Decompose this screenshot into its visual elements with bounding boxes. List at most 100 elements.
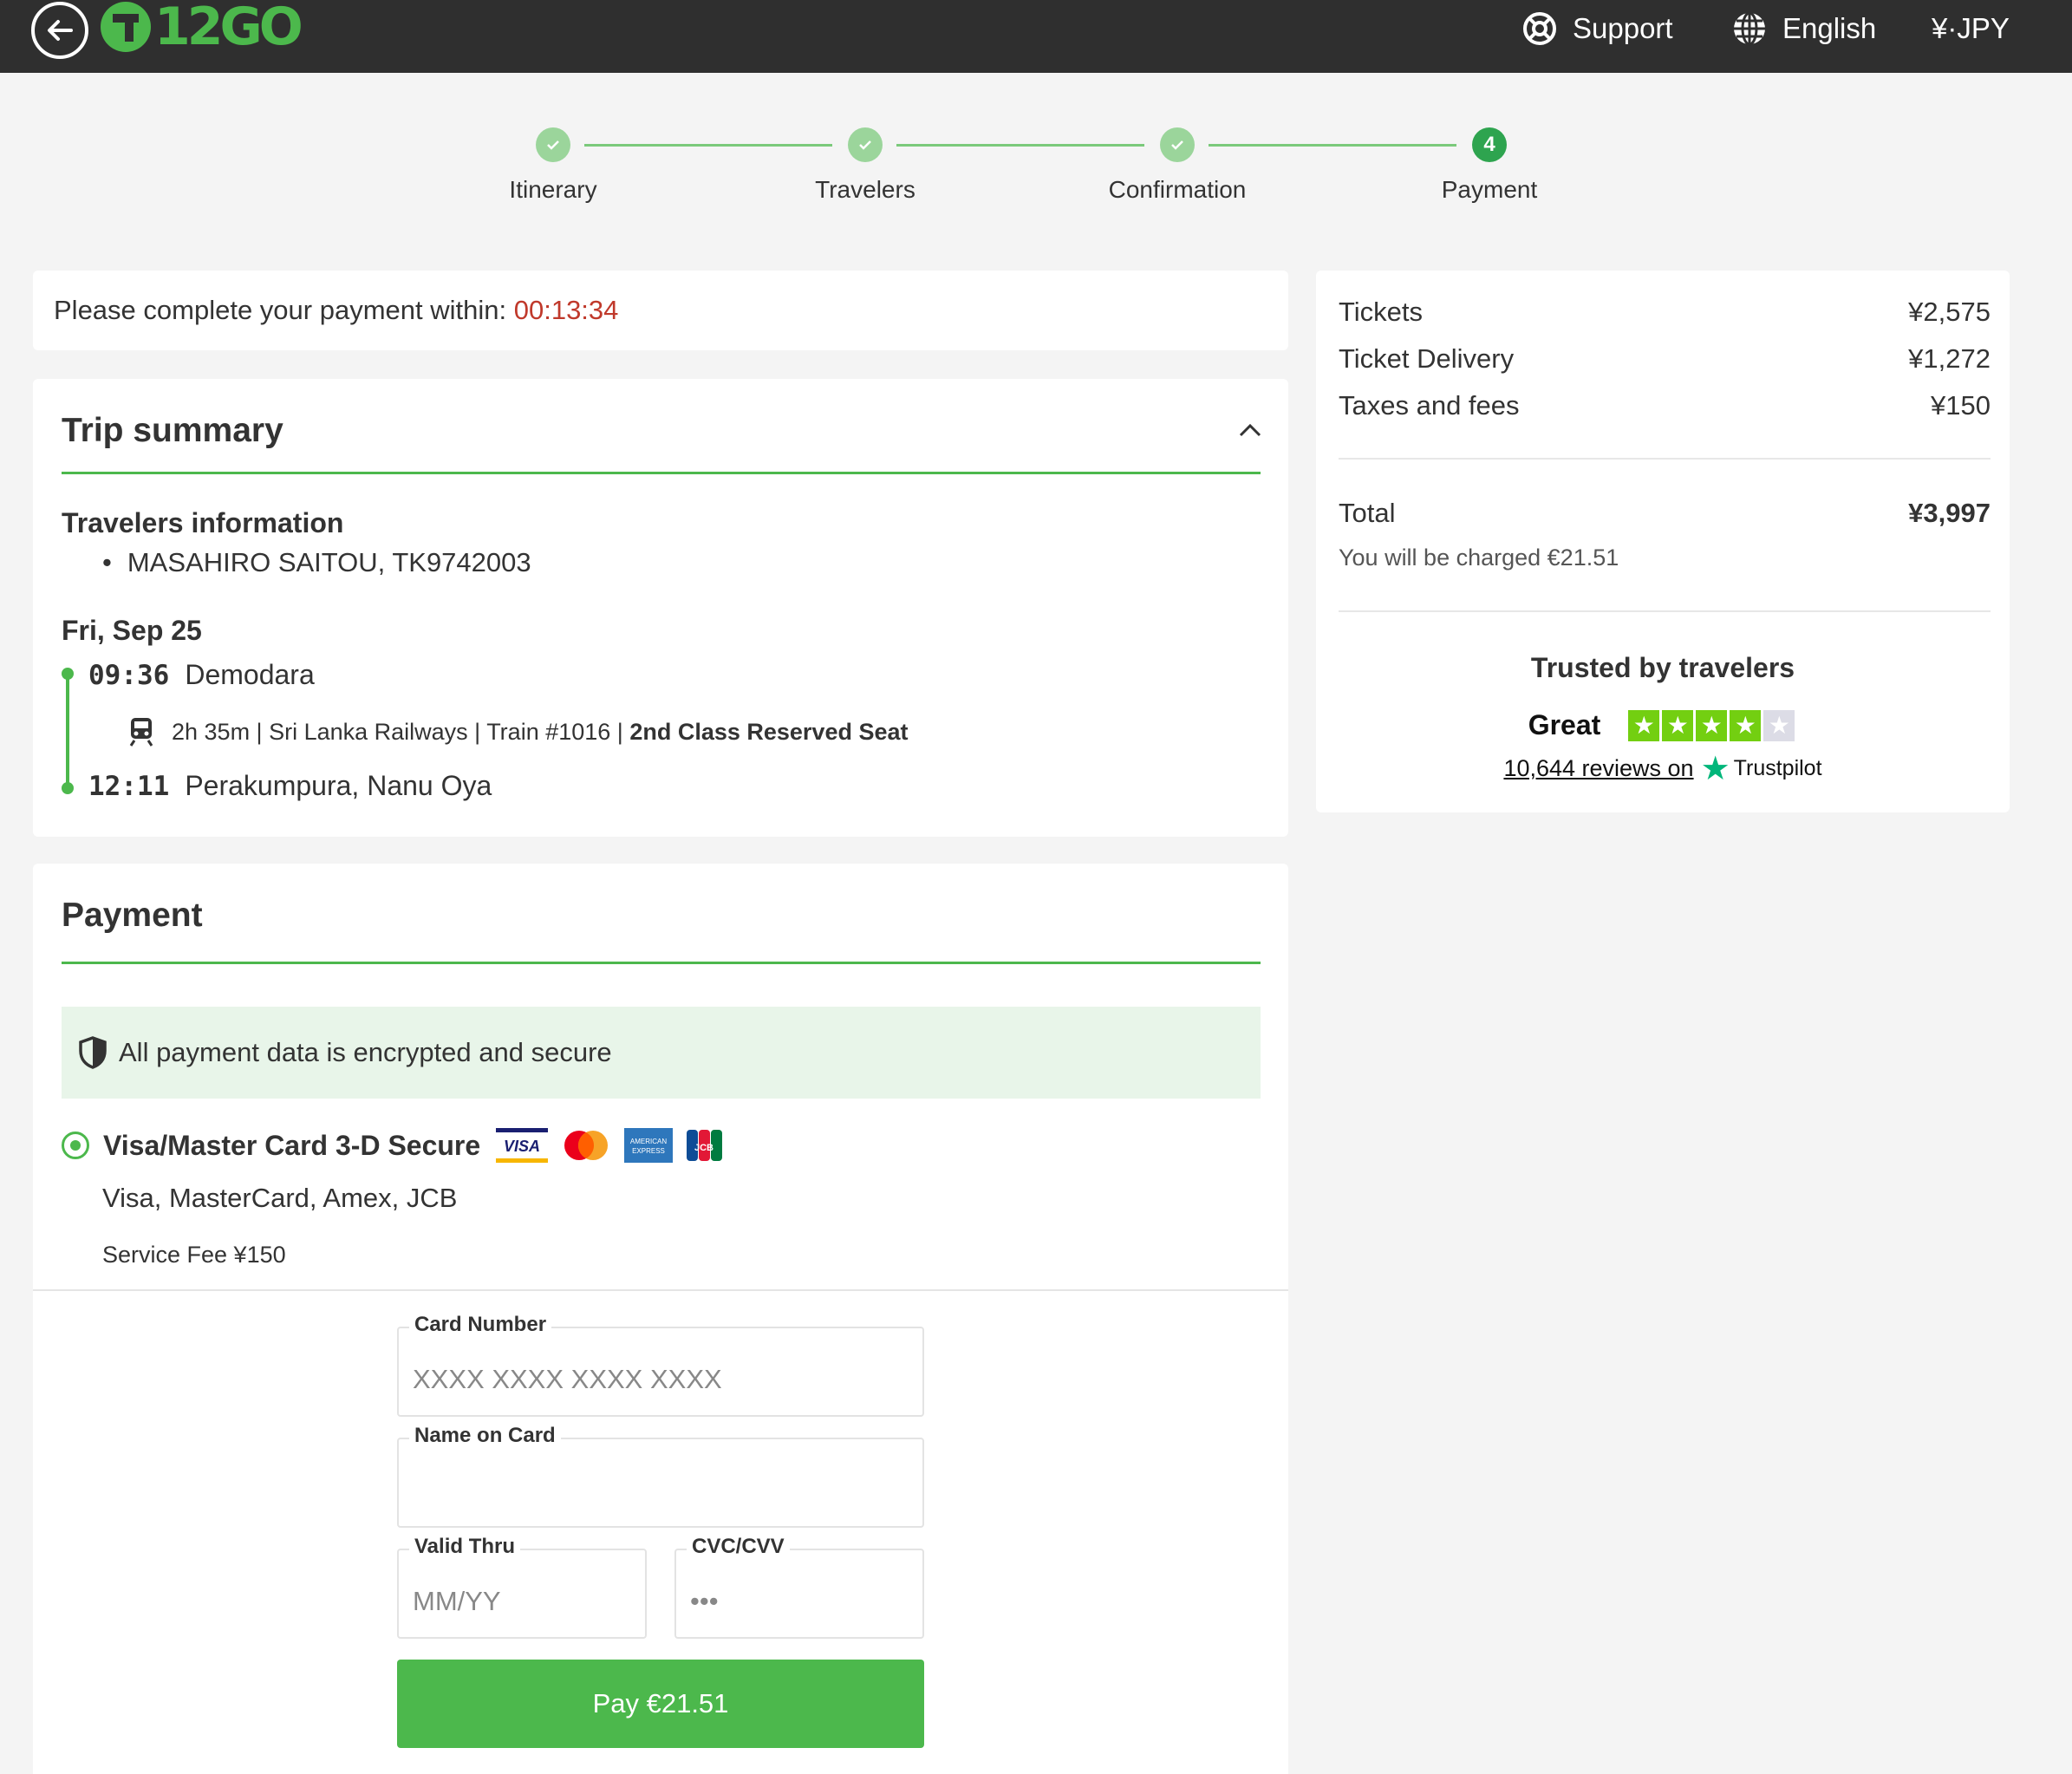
cvc-field: CVC/CVV bbox=[674, 1535, 924, 1639]
payment-method-option[interactable]: Visa/Master Card 3-D Secure VISA AMERICA… bbox=[62, 1128, 735, 1163]
departure-station: Demodara bbox=[185, 659, 315, 690]
timeline-dot bbox=[62, 668, 74, 680]
divider bbox=[1339, 458, 1991, 460]
amex-logo-icon: AMERICAN EXPRESS bbox=[624, 1128, 674, 1163]
price-row-tickets: Tickets ¥2,575 bbox=[1339, 297, 1991, 328]
rating-word: Great bbox=[1528, 709, 1601, 740]
back-button[interactable] bbox=[31, 2, 88, 59]
support-link[interactable]: Support bbox=[1522, 0, 1673, 57]
step-travelers[interactable]: Travelers bbox=[735, 127, 995, 204]
name-on-card-field: Name on Card bbox=[397, 1424, 924, 1528]
departure: 09:36 Demodara bbox=[88, 659, 315, 691]
arrow-left-icon bbox=[48, 20, 73, 41]
payment-card: Payment All payment data is encrypted an… bbox=[33, 864, 1288, 1774]
svg-text:JCB: JCB bbox=[694, 1143, 713, 1153]
trustpilot-name: Trustpilot bbox=[1733, 756, 1822, 780]
price-value: ¥150 bbox=[1931, 390, 1991, 421]
language-label: English bbox=[1782, 12, 1877, 44]
price-label: Ticket Delivery bbox=[1339, 343, 1515, 374]
trip-summary-title: Trip summary bbox=[62, 412, 283, 449]
trip-summary-card: Trip summary Travelers information MASAH… bbox=[33, 379, 1288, 837]
currency-selector[interactable]: ¥·JPY bbox=[1932, 0, 2010, 57]
arrival-time: 12:11 bbox=[88, 771, 170, 802]
valid-thru-input[interactable] bbox=[399, 1550, 645, 1637]
departure-time: 09:36 bbox=[88, 660, 170, 691]
shield-icon bbox=[79, 1036, 107, 1069]
check-icon bbox=[848, 127, 883, 162]
logo[interactable]: 12GO bbox=[101, 0, 303, 57]
price-row-delivery: Ticket Delivery ¥1,272 bbox=[1339, 343, 1991, 375]
step-itinerary[interactable]: Itinerary bbox=[423, 127, 683, 204]
trustpilot-logo: ★ Trustpilot bbox=[1701, 749, 1822, 788]
trustpilot-rating: Great ★ ★ ★ ★ ★ bbox=[1316, 709, 2010, 741]
checkout-progress: Itinerary Travelers Confirmation 4 Payme… bbox=[0, 121, 2072, 208]
total-label: Total bbox=[1339, 498, 1396, 528]
cvc-input[interactable] bbox=[676, 1550, 922, 1637]
price-label: Tickets bbox=[1339, 297, 1424, 327]
jcb-logo-icon: JCB bbox=[687, 1130, 723, 1161]
timer-text: Please complete your payment within: bbox=[54, 295, 507, 325]
currency-label: ¥·JPY bbox=[1932, 12, 2010, 44]
valid-thru-field: Valid Thru bbox=[397, 1535, 647, 1639]
title-underline bbox=[62, 472, 1261, 474]
check-icon bbox=[1160, 127, 1195, 162]
svg-text:EXPRESS: EXPRESS bbox=[632, 1147, 665, 1155]
trustpilot-star-icon: ★ bbox=[1700, 751, 1730, 787]
payment-timer: Please complete your payment within: 00:… bbox=[33, 271, 1288, 350]
price-value: ¥2,575 bbox=[1908, 297, 1991, 327]
reviews-link[interactable]: 10,644 reviews on bbox=[1503, 755, 1693, 782]
step-confirmation[interactable]: Confirmation bbox=[1047, 127, 1307, 204]
price-value: ¥1,272 bbox=[1908, 343, 1991, 374]
divider bbox=[1339, 610, 1991, 612]
check-icon bbox=[536, 127, 570, 162]
card-number-field: Card Number bbox=[397, 1313, 924, 1417]
step-number: 4 bbox=[1472, 127, 1507, 162]
total-value: ¥3,997 bbox=[1908, 498, 1991, 528]
arrival-station: Perakumpura, Nanu Oya bbox=[185, 770, 492, 801]
charged-note: You will be charged €21.51 bbox=[1339, 545, 1619, 571]
step-label: Itinerary bbox=[509, 176, 597, 203]
top-header: 12GO Support English ¥·JPY bbox=[0, 0, 2072, 73]
timeline-dot bbox=[62, 782, 74, 794]
arrival: 12:11 Perakumpura, Nanu Oya bbox=[88, 770, 492, 802]
secure-text: All payment data is encrypted and secure bbox=[119, 1037, 612, 1067]
travelers-heading: Travelers information bbox=[62, 507, 344, 538]
logo-text: 12GO bbox=[154, 0, 303, 57]
title-underline bbox=[62, 962, 1261, 964]
language-selector[interactable]: English bbox=[1732, 0, 1876, 57]
step-label: Payment bbox=[1441, 176, 1538, 203]
collapse-button[interactable] bbox=[1238, 422, 1262, 442]
train-icon bbox=[129, 718, 153, 747]
star-icon: ★ bbox=[1628, 709, 1660, 741]
pay-button[interactable]: Pay €21.51 bbox=[397, 1660, 924, 1748]
service-fee: Service Fee ¥150 bbox=[102, 1242, 286, 1268]
price-row-total: Total ¥3,997 bbox=[1339, 498, 1991, 529]
step-label: Confirmation bbox=[1108, 176, 1247, 203]
trusted-heading: Trusted by travelers bbox=[1530, 652, 1795, 683]
trip-date: Fri, Sep 25 bbox=[62, 615, 202, 646]
leg-info: 2h 35m | Sri Lanka Railways | Train #101… bbox=[128, 716, 909, 747]
star-icon: ★ bbox=[1730, 709, 1762, 741]
traveler-item: MASAHIRO SAITOU, TK9742003 bbox=[102, 547, 531, 578]
chevron-up-icon bbox=[1239, 423, 1261, 437]
card-number-input[interactable] bbox=[399, 1328, 922, 1415]
svg-text:AMERICAN: AMERICAN bbox=[630, 1138, 667, 1145]
mastercard-logo-icon bbox=[564, 1131, 609, 1160]
divider bbox=[33, 1289, 1288, 1291]
support-label: Support bbox=[1573, 12, 1673, 44]
leg-details: 2h 35m | Sri Lanka Railways | Train #101… bbox=[172, 718, 623, 745]
logo-mark-icon bbox=[101, 2, 151, 52]
radio-selected[interactable] bbox=[62, 1132, 89, 1159]
globe-icon bbox=[1734, 11, 1765, 46]
secure-notice: All payment data is encrypted and secure bbox=[62, 1007, 1261, 1099]
step-payment: 4 Payment bbox=[1359, 127, 1619, 204]
star-icon: ★ bbox=[1696, 709, 1728, 741]
price-summary-card: Tickets ¥2,575 Ticket Delivery ¥1,272 Ta… bbox=[1316, 271, 2010, 812]
timer-value: 00:13:34 bbox=[513, 295, 619, 325]
star-icon: ★ bbox=[1662, 709, 1694, 741]
star-empty-icon: ★ bbox=[1763, 709, 1795, 741]
step-label: Travelers bbox=[815, 176, 915, 203]
trustpilot-reviews[interactable]: 10,644 reviews on ★ Trustpilot bbox=[1316, 749, 2010, 788]
name-on-card-input[interactable] bbox=[399, 1439, 922, 1526]
method-subtitle: Visa, MasterCard, Amex, JCB bbox=[102, 1183, 458, 1213]
